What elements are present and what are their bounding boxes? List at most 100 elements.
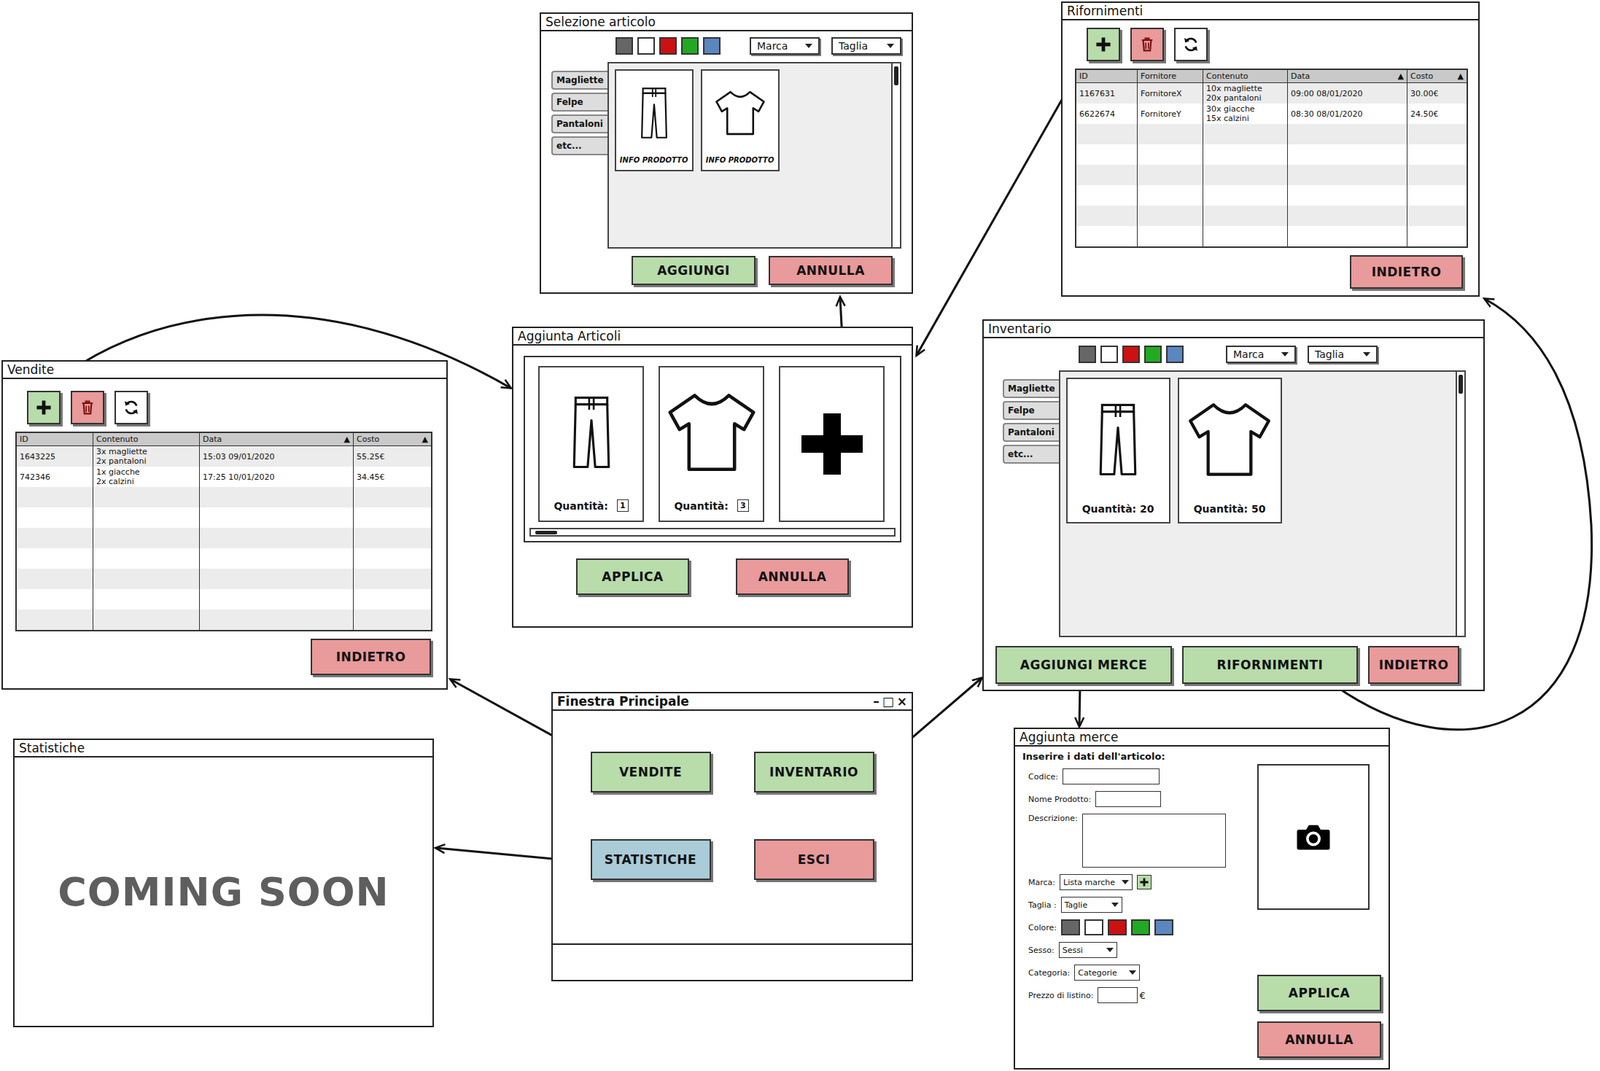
category-tab[interactable]: Magliette [551,70,608,90]
exit-button[interactable]: ESCI [754,839,875,881]
color-swatch[interactable] [703,37,721,55]
color-swatch[interactable] [1107,919,1127,936]
scroll-thumb[interactable] [1458,374,1463,394]
sort-icon[interactable]: ▲ [344,434,351,445]
sort-icon[interactable]: ▲ [422,434,429,445]
refresh-button[interactable] [1174,27,1208,62]
color-swatch[interactable] [1144,345,1162,364]
column-header[interactable]: Costo▲ [1407,70,1467,83]
color-swatch[interactable] [615,37,633,55]
scrollbar[interactable] [891,63,900,248]
window-body: Inserire i dati dell'articolo:Codice:Nom… [1015,746,1389,1069]
color-swatch[interactable] [1154,919,1174,936]
column-header[interactable]: Contenuto [93,433,200,446]
statistics-button[interactable]: STATISTICHE [590,839,712,881]
category-tab[interactable]: Felpe [551,92,608,112]
column-header[interactable]: ID [16,433,94,446]
add-button[interactable] [26,390,61,425]
column-header[interactable]: Contenuto [1203,70,1288,83]
table-row[interactable]: 1167631FornitoreX10x magliette20x pantal… [1076,83,1467,104]
select-input[interactable]: Lista marche [1059,874,1133,891]
back-button[interactable]: INDIETRO [310,638,431,676]
category-tab[interactable]: etc... [551,136,608,156]
text-input[interactable] [1095,791,1161,808]
table-row[interactable]: 7423461x giacche2x calzini17:25 10/01/20… [16,466,431,488]
color-swatch[interactable] [659,37,677,55]
product-card[interactable]: INFO PRODOTTO [700,69,780,172]
filter-dropdown[interactable]: Marca [1225,345,1296,364]
scrollbar[interactable] [1455,371,1465,636]
item-card[interactable]: Quantità:1 [538,366,644,523]
color-swatch[interactable] [1078,345,1097,364]
select-input[interactable]: Categorie [1074,964,1140,981]
quantity-field[interactable]: 3 [737,499,749,512]
cancel-button[interactable]: ANNULLA [768,255,893,286]
category-tab[interactable]: etc... [1002,444,1059,464]
delete-button[interactable] [1130,27,1164,62]
description-input[interactable] [1082,813,1226,868]
close-button[interactable]: × [896,694,908,709]
maximize-button[interactable]: □ [882,694,895,709]
minimize-button[interactable]: – [872,694,880,709]
product-card[interactable]: INFO PRODOTTO [614,69,694,172]
sales-button[interactable]: VENDITE [590,751,712,793]
text-input[interactable] [1062,768,1160,785]
product-card[interactable]: Quantità: 50 [1177,377,1283,524]
category-tab[interactable]: Magliette [1002,379,1059,399]
cancel-button[interactable]: ANNULLA [735,558,849,596]
color-swatch[interactable] [1131,919,1151,936]
cancel-button[interactable]: ANNULLA [1257,1021,1382,1059]
add-goods-button[interactable]: AGGIUNGI MERCE [995,646,1172,685]
item-card[interactable]: Quantità:3 [658,366,765,523]
quantity-field[interactable]: 1 [616,499,629,512]
filter-dropdown[interactable]: Taglia [831,37,902,55]
select-input[interactable]: Sessi [1058,942,1118,959]
product-label: Quantità: 20 [1079,500,1158,523]
form-field: Descrizione: [1022,813,1252,868]
title-bar: Finestra Principale–□× [552,693,912,712]
column-header[interactable]: Data▲ [199,433,354,446]
inventory-button[interactable]: INVENTARIO [754,751,875,793]
sort-icon[interactable]: ▲ [1457,71,1464,81]
filter-dropdown[interactable]: Marca [749,37,820,55]
scrollbar[interactable] [529,527,896,537]
back-button[interactable]: INDIETRO [1368,646,1460,685]
scroll-thumb[interactable] [894,66,899,86]
color-swatch[interactable] [1100,345,1118,364]
color-swatch[interactable] [1084,919,1104,936]
add-brand-button[interactable] [1136,875,1152,890]
column-header[interactable]: Fornitore [1137,70,1204,83]
sort-icon[interactable]: ▲ [1397,71,1404,81]
price-input[interactable] [1097,987,1138,1004]
category-tab[interactable]: Felpe [1002,401,1059,421]
product-card[interactable]: Quantità: 20 [1066,377,1171,524]
table-cell [353,568,431,590]
add-item-card[interactable] [778,366,885,523]
table-row[interactable]: 6622674FornitoreY30x giacche15x calzini0… [1076,103,1467,124]
category-tab[interactable]: Pantaloni [551,114,608,134]
color-swatch[interactable] [1166,345,1184,364]
color-swatch[interactable] [1122,345,1140,364]
add-button[interactable]: AGGIUNGI [631,255,756,286]
apply-button[interactable]: APPLICA [576,558,690,596]
select-input[interactable]: Taglie [1061,896,1123,914]
back-button[interactable]: INDIETRO [1349,255,1463,289]
field-label: Descrizione: [1028,813,1078,824]
category-tab[interactable]: Pantaloni [1002,422,1059,442]
filter-dropdown[interactable]: Taglia [1307,345,1378,364]
table-row[interactable]: 16432253x magliette2x pantaloni15:03 09/… [16,446,431,467]
column-header[interactable]: ID [1076,70,1138,83]
photo-upload[interactable] [1257,764,1370,911]
add-button[interactable] [1086,27,1121,62]
apply-button[interactable]: APPLICA [1257,975,1382,1012]
scroll-thumb[interactable] [535,530,558,535]
delete-button[interactable] [70,390,105,425]
refresh-button[interactable] [114,390,149,425]
column-header[interactable]: Data▲ [1287,70,1408,83]
restock-button[interactable]: RIFORNIMENTI [1182,646,1358,685]
dropdown-arrow-icon [805,43,813,49]
column-header[interactable]: Costo▲ [353,433,431,446]
color-swatch[interactable] [1061,919,1081,936]
color-swatch[interactable] [637,37,655,55]
color-swatch[interactable] [681,37,699,55]
